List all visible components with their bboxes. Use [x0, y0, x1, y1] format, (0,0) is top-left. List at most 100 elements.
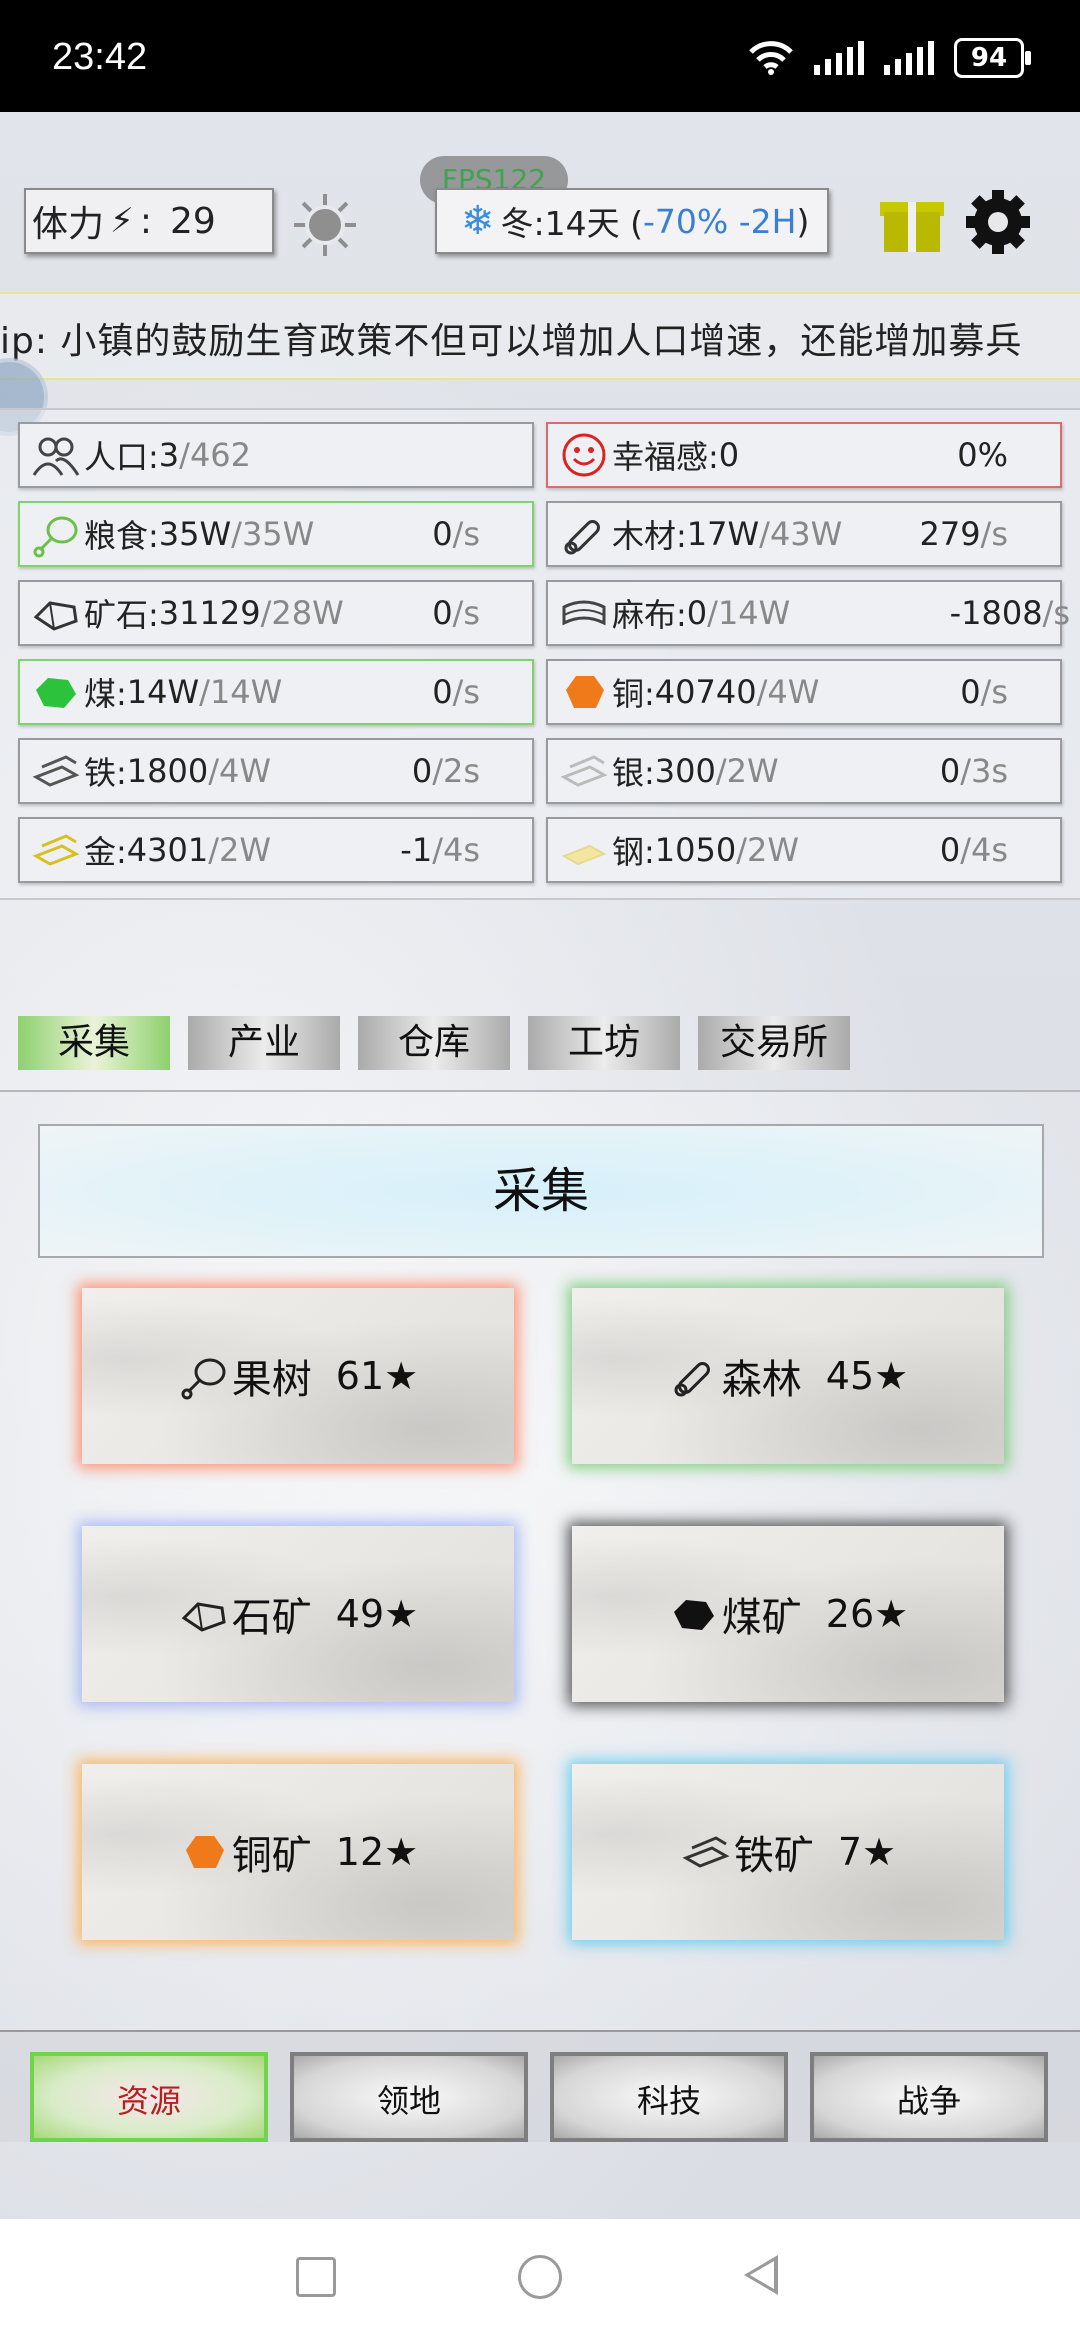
tab-exchange[interactable]: 交易所: [698, 1016, 850, 1070]
wood-icon: [560, 510, 608, 558]
rate-unit: /s: [1042, 594, 1070, 632]
resource-cell[interactable]: 粮食: 35W/35W 0/s: [18, 501, 534, 567]
stamina-label: 体力: [32, 204, 105, 245]
iron-icon: [680, 1826, 732, 1878]
copper-icon: [560, 668, 608, 716]
gold-icon: [32, 826, 80, 874]
resource-cell[interactable]: 木材: 17W/43W 279/s: [546, 501, 1062, 567]
resource-cap: /28W: [260, 594, 344, 632]
recent-apps-icon[interactable]: [296, 2257, 336, 2297]
resource-cell[interactable]: 幸福感: 0 0%: [546, 422, 1062, 488]
resource-cap: /2W: [208, 831, 272, 869]
nav-resources[interactable]: 资源: [30, 2052, 268, 2142]
resource-cell[interactable]: 铜: 40740/4W 0/s: [546, 659, 1062, 725]
silver-icon: [560, 747, 608, 795]
resource-cell[interactable]: 银: 300/2W 0/3s: [546, 738, 1062, 804]
card-stars: 7★: [837, 1830, 897, 1874]
nav-territory[interactable]: 领地: [290, 2052, 528, 2142]
ore-icon: [178, 1588, 230, 1640]
resource-cap: /2W: [736, 831, 800, 869]
resource-rate: 0/2s: [412, 752, 480, 790]
resource-value: 0: [686, 594, 708, 632]
signal-icon: [814, 41, 864, 75]
rate-value: 0%: [957, 436, 1008, 474]
nav-war[interactable]: 战争: [810, 2052, 1048, 2142]
resource-value: 0: [718, 436, 740, 474]
back-icon[interactable]: [744, 2255, 778, 2295]
tab-industry[interactable]: 产业: [188, 1016, 340, 1070]
smile-icon: [560, 431, 608, 479]
resource-value: 4301: [126, 831, 209, 869]
resource-cell[interactable]: 人口: 3/462: [18, 422, 534, 488]
resource-rate: 279/s: [919, 515, 1008, 553]
season-box[interactable]: ❄ 冬:14天 ( -70% -2H ): [435, 188, 829, 254]
resource-cell[interactable]: 矿石: 31129/28W 0/s: [18, 580, 534, 646]
clock: 23:42: [52, 36, 148, 78]
tab-gather[interactable]: 采集: [18, 1016, 170, 1070]
resource-cell[interactable]: 麻布: 0/14W -1808/s: [546, 580, 1070, 646]
card-iron-mine[interactable]: 铁矿 7★: [572, 1764, 1004, 1940]
rate-unit: /s: [452, 515, 480, 553]
tab-workshop[interactable]: 工坊: [528, 1016, 680, 1070]
game-screen: 体力 ⚡ : 29 FPS122 ❄ 冬:14天 ( -70% -2H ) ip…: [0, 112, 1080, 2219]
resource-cell[interactable]: 金: 4301/2W -1/4s: [18, 817, 534, 883]
rate-value: 0: [939, 752, 961, 790]
resource-name: 钢:: [612, 833, 655, 871]
coal-icon: [668, 1588, 720, 1640]
card-label: 石矿: [231, 1595, 312, 1641]
wood-icon: [668, 1350, 720, 1402]
resource-cap: /4W: [208, 752, 272, 790]
season-close: ): [796, 201, 810, 241]
rate-unit: /2s: [432, 752, 480, 790]
resource-cell[interactable]: 煤: 14W/14W 0/s: [18, 659, 534, 725]
tab-warehouse[interactable]: 仓库: [358, 1016, 510, 1070]
resource-cap: /14W: [199, 673, 283, 711]
resource-rate: 0/4s: [940, 831, 1008, 869]
resource-name: 人口:: [84, 438, 159, 476]
card-forest[interactable]: 森林 45★: [572, 1288, 1004, 1464]
meat-icon: [178, 1350, 230, 1402]
resource-value: 17W: [686, 515, 760, 553]
rate-value: 0: [411, 752, 433, 790]
gift-icon[interactable]: [880, 190, 944, 254]
rate-unit: /s: [980, 515, 1008, 553]
card-stars: 26★: [825, 1592, 909, 1636]
wifi-icon: [749, 41, 793, 75]
gear-icon[interactable]: [966, 190, 1030, 254]
card-coal-mine[interactable]: 煤矿 26★: [572, 1526, 1004, 1702]
resource-rate: 0/s: [960, 673, 1008, 711]
rate-value: 0: [432, 515, 453, 553]
resource-grid: 人口: 3/462 幸福感: 0 0% 粮食: 35W/35W 0/s 木材: 17W/43W 27…: [0, 408, 1080, 900]
tip-text: ip: 小镇的鼓励生育政策不但可以增加人口增速，还能增加募兵: [0, 321, 1023, 362]
resource-cap: /462: [179, 436, 252, 474]
resource-cell[interactable]: 钢: 1050/2W 0/4s: [546, 817, 1062, 883]
rate-value: 0: [432, 673, 453, 711]
resource-name: 金:: [84, 833, 127, 871]
resource-rate: 0/s: [432, 515, 480, 553]
rate-unit: /s: [452, 594, 480, 632]
card-fruit-tree[interactable]: 果树 61★: [82, 1288, 514, 1464]
resource-rate: 0/s: [432, 594, 480, 632]
meat-icon: [32, 510, 80, 558]
signal-icon-2: [884, 41, 934, 75]
resource-cell[interactable]: 铁: 1800/4W 0/2s: [18, 738, 534, 804]
status-icons: 94: [748, 38, 1031, 78]
home-icon[interactable]: [518, 2255, 562, 2299]
stamina-separator: :: [139, 200, 153, 242]
stamina-box[interactable]: 体力 ⚡ : 29: [24, 188, 274, 254]
resource-name: 煤:: [84, 675, 127, 713]
battery-icon: 94: [954, 38, 1031, 78]
card-copper-mine[interactable]: 铜矿 12★: [82, 1764, 514, 1940]
sun-icon[interactable]: [294, 194, 356, 256]
nav-tech[interactable]: 科技: [550, 2052, 788, 2142]
resource-value: 31129: [158, 594, 261, 632]
resource-value: 1800: [126, 752, 209, 790]
gather-panel: 采集 果树 61★ 森林 45★ 石矿 49★ 煤矿 26★ 铜矿 12★ 铁矿…: [0, 1090, 1080, 2032]
card-stone-mine[interactable]: 石矿 49★: [82, 1526, 514, 1702]
card-label: 铁矿: [733, 1833, 814, 1879]
bottom-nav: 资源 领地 科技 战争: [0, 2030, 1080, 2142]
card-label: 森林: [721, 1357, 802, 1403]
ore-icon: [32, 589, 80, 637]
season-text: 冬:14天 (: [500, 204, 643, 243]
rate-value: -1808: [949, 594, 1043, 632]
